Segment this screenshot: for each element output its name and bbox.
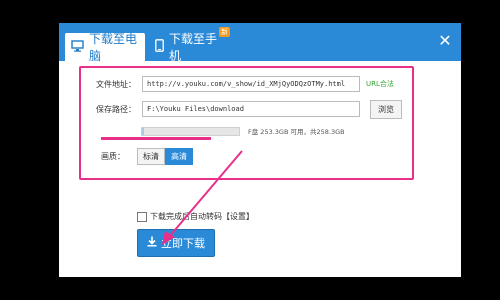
annotation-underline bbox=[101, 137, 211, 140]
tab-bar: 下载至电脑 下载至手机 新 ✕ bbox=[59, 23, 461, 63]
quality-option-hd[interactable]: 高清 bbox=[165, 147, 193, 165]
new-badge: 新 bbox=[219, 27, 230, 37]
monitor-icon bbox=[71, 39, 84, 55]
tab-download-to-pc[interactable]: 下载至电脑 bbox=[65, 32, 145, 63]
close-icon: ✕ bbox=[438, 31, 452, 50]
download-icon bbox=[147, 236, 157, 250]
download-label: 立即下载 bbox=[161, 237, 205, 250]
auto-transcode-checkbox[interactable] bbox=[137, 211, 147, 222]
quality-label: 画质： bbox=[101, 151, 125, 161]
auto-transcode-label[interactable]: 下载完成后自动转码【设置】 bbox=[150, 211, 254, 222]
file-address-label: 文件地址： bbox=[96, 79, 136, 89]
options-panel: 文件地址： http://v.youku.com/v_show/id_XMjQy… bbox=[79, 66, 414, 180]
phone-icon bbox=[155, 39, 164, 55]
disk-space-row: F盘 253.3GB 可用，共258.3GB bbox=[141, 126, 345, 136]
auto-transcode-row: 下载完成后自动转码【设置】 bbox=[137, 211, 254, 222]
save-path-label: 保存路径： bbox=[96, 104, 136, 114]
url-status: URL合法 bbox=[366, 80, 394, 88]
tab-label: 下载至电脑 bbox=[89, 32, 138, 63]
quality-option-sd[interactable]: 标清 bbox=[137, 147, 165, 165]
download-dialog: 下载至电脑 下载至手机 新 ✕ 文件地址： http://v.youku.com… bbox=[59, 23, 461, 277]
disk-usage-bar bbox=[141, 126, 240, 136]
browse-button[interactable]: 浏览 bbox=[370, 99, 402, 119]
disk-usage-fill bbox=[142, 127, 144, 135]
tab-download-to-phone[interactable]: 下载至手机 bbox=[149, 32, 227, 63]
quality-row: 画质： 标清 高清 bbox=[101, 146, 193, 166]
file-address-input[interactable]: http://v.youku.com/v_show/id_XMjQyODQzOT… bbox=[142, 76, 360, 92]
download-now-button[interactable]: 立即下载 bbox=[137, 229, 215, 257]
disk-space-text: F盘 253.3GB 可用，共258.3GB bbox=[248, 128, 345, 136]
save-path-row: 保存路径： F:\Youku Files\download 浏览 bbox=[81, 99, 402, 119]
save-path-input[interactable]: F:\Youku Files\download bbox=[142, 101, 360, 117]
file-address-row: 文件地址： http://v.youku.com/v_show/id_XMjQy… bbox=[81, 74, 394, 94]
close-button[interactable]: ✕ bbox=[437, 33, 453, 49]
screen: 下载至电脑 下载至手机 新 ✕ 文件地址： http://v.youku.com… bbox=[0, 0, 500, 300]
